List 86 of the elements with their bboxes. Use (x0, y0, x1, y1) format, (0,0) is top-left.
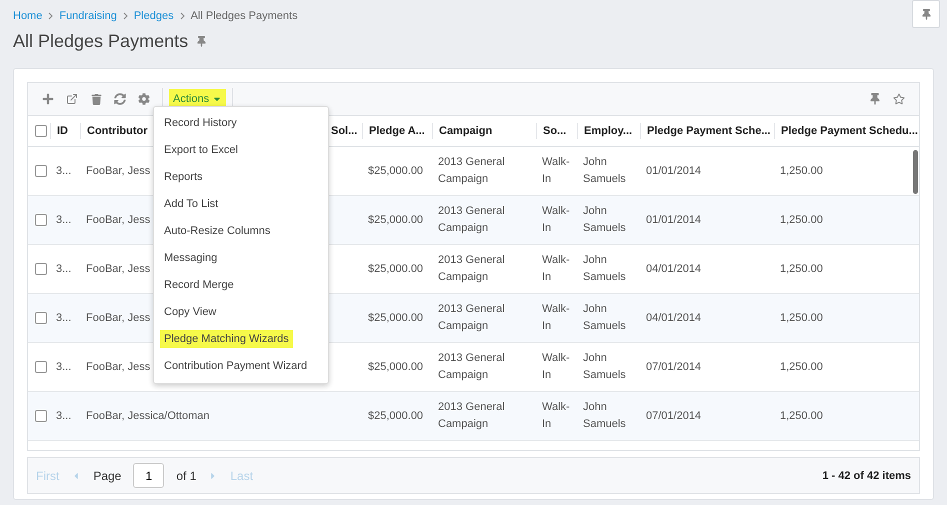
table-cell-text: Walk-In (542, 204, 571, 236)
checkbox[interactable] (35, 410, 47, 422)
checkbox[interactable] (35, 361, 47, 373)
page-title: All Pledges Payments (13, 30, 188, 52)
menu-item[interactable]: Export to Excel (160, 140, 242, 158)
chevron-icon (180, 12, 185, 20)
column-header[interactable]: Pledge Payment Sche... (640, 123, 770, 139)
table-cell-text: $25,000.00 (368, 408, 424, 424)
table-cell-text: FooBar, Jess (86, 212, 150, 228)
column-header[interactable]: ID (50, 123, 68, 139)
menu-item[interactable]: Record Merge (160, 276, 238, 294)
pin-icon[interactable] (196, 36, 208, 46)
menu-item[interactable]: Contribution Payment Wizard (160, 356, 312, 374)
menu-item[interactable]: Add To List (160, 194, 222, 212)
menu-item[interactable]: Record History (160, 114, 241, 132)
checkbox[interactable] (35, 165, 47, 177)
table-cell-text: 1,250.00 (780, 310, 823, 326)
table-cell-text: Walk-In (542, 253, 571, 285)
table-cell-text: Walk-In (542, 155, 571, 187)
table-cell-text: Walk-In (542, 400, 571, 432)
checkbox[interactable] (35, 263, 47, 275)
page-field[interactable]: 1 (133, 463, 164, 488)
table-cell-text: John Samuels (583, 155, 627, 187)
table-cell-text: 3... (56, 360, 72, 374)
table-cell-text: FooBar, Jess (86, 164, 150, 178)
table-cell-text: 07/01/2014 (646, 408, 702, 424)
table-cell-text: 1,250.00 (780, 212, 823, 228)
table-cell-text: Walk-In (542, 302, 571, 334)
column-header[interactable]: Employ... (577, 123, 632, 139)
page-count: of 1 (176, 468, 196, 482)
table-cell-text: 1,250.00 (780, 262, 823, 276)
table-cell-text: $25,000.00 (368, 310, 424, 326)
checkbox[interactable] (35, 125, 47, 137)
table-cell-text: Walk-In (542, 351, 571, 383)
table-cell-text: John Samuels (583, 253, 627, 285)
table-cell-text: 2013 General Campaign (438, 351, 506, 383)
table-cell-text: $25,000.00 (368, 360, 424, 374)
table-cell-text: John Samuels (583, 400, 627, 432)
table-cell-text: 2013 General Campaign (438, 204, 506, 236)
table-cell-text: FooBar, Jess (86, 360, 150, 374)
menu-item[interactable]: Reports (160, 168, 207, 186)
column-header[interactable]: Campaign (432, 123, 492, 139)
menu-item[interactable]: Auto-Resize Columns (160, 222, 274, 240)
column-header[interactable]: So... (536, 123, 566, 139)
table-cell-text: 04/01/2014 (646, 262, 702, 276)
table-cell-text: $25,000.00 (368, 164, 424, 178)
menu-item[interactable]: Pledge Matching Wizards (160, 330, 293, 348)
page-label: Page (93, 468, 122, 482)
table-cell-text: FooBar, Jess (86, 262, 150, 276)
pin-icon (920, 8, 932, 20)
table-cell-text: 01/01/2014 (646, 212, 702, 228)
table-cell-text: 3... (56, 310, 72, 326)
column-header[interactable]: Pledge Payment Schedu... (774, 123, 918, 139)
items-summary: 1 - 42 of 42 items (822, 470, 911, 482)
column-header[interactable]: Pledge A... (362, 123, 425, 139)
table-cell-text: 04/01/2014 (646, 310, 702, 326)
table-cell-text: 01/01/2014 (646, 164, 702, 178)
table-cell-text: 3... (56, 262, 72, 276)
checkbox[interactable] (35, 312, 47, 324)
table-cell-text: 1,250.00 (780, 360, 823, 374)
scrollbar (913, 150, 918, 194)
table-cell-text: John Samuels (583, 204, 627, 236)
breadcrumb-current: All Pledges Payments (190, 10, 298, 22)
table-cell-text: 07/01/2014 (646, 360, 702, 374)
table-cell-text: 3... (56, 212, 72, 228)
table-cell-text: 2013 General Campaign (438, 400, 506, 432)
table-cell-text: John Samuels (583, 351, 627, 383)
checkbox[interactable] (35, 214, 47, 226)
table-cell-text: John Samuels (583, 302, 627, 334)
table-cell-text: 2013 General Campaign (438, 253, 506, 285)
table-cell-text: $25,000.00 (368, 212, 424, 228)
table-cell-text: 3... (56, 408, 72, 424)
table-cell-text: 1,250.00 (780, 408, 823, 424)
table-cell-text: 1,250.00 (780, 164, 823, 178)
table-cell-text: FooBar, Jess (86, 310, 150, 326)
menu-item[interactable]: Copy View (160, 302, 220, 320)
table-cell-text: 3... (56, 164, 72, 178)
pin-button[interactable] (912, 0, 940, 28)
table-cell-text: 2013 General Campaign (438, 155, 506, 187)
table-cell-text: 2013 General Campaign (438, 302, 506, 334)
chevron-icon (48, 12, 54, 20)
chevron-icon (122, 12, 128, 20)
table-cell-text: FooBar, Jessica/Ottoman (86, 408, 210, 424)
table-cell-text: $25,000.00 (368, 262, 424, 276)
menu-item[interactable]: Messaging (160, 248, 222, 266)
column-header[interactable]: Contributor (80, 123, 148, 139)
